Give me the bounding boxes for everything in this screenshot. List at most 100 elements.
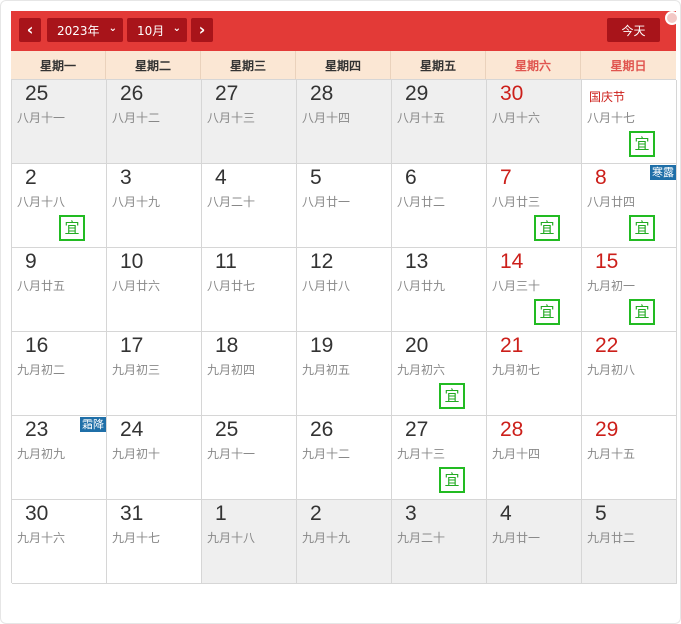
- day-cell[interactable]: 国庆节 八月十七宜: [582, 80, 677, 164]
- day-cell[interactable]: 19 九月初五: [297, 332, 392, 416]
- day-cell[interactable]: 5 八月廿一: [297, 164, 392, 248]
- day-number: 9: [25, 250, 37, 273]
- year-select[interactable]: 2023年 ⌄: [47, 18, 123, 42]
- day-number: 28: [310, 82, 334, 105]
- day-cell[interactable]: 8 八月廿四 寒露宜: [582, 164, 677, 248]
- next-month-button[interactable]: ›: [191, 18, 213, 42]
- lunar-date: 九月廿一: [492, 531, 541, 545]
- prev-month-button[interactable]: ‹: [19, 18, 41, 42]
- day-cell[interactable]: 5 九月廿二: [582, 500, 677, 584]
- day-cell[interactable]: 4 九月廿一: [487, 500, 582, 584]
- lunar-date: 九月初九: [17, 447, 66, 461]
- today-button[interactable]: 今天: [607, 18, 660, 42]
- day-cell[interactable]: 13 八月廿九: [392, 248, 487, 332]
- lunar-date: 九月初五: [302, 363, 351, 377]
- day-cell[interactable]: 14 八月三十宜: [487, 248, 582, 332]
- day-cell[interactable]: 22 九月初八: [582, 332, 677, 416]
- lunar-date: 九月十三: [397, 447, 446, 461]
- day-number: 11: [215, 250, 237, 273]
- day-number: 27: [215, 82, 239, 105]
- day-cell[interactable]: 29 九月十五: [582, 416, 677, 500]
- day-number: 25: [215, 418, 239, 441]
- day-number: 31: [120, 502, 144, 525]
- day-cell[interactable]: 1 九月十八: [202, 500, 297, 584]
- day-cell[interactable]: 2 八月十八宜: [12, 164, 107, 248]
- day-cell[interactable]: 18 九月初四: [202, 332, 297, 416]
- day-cell[interactable]: 6 八月廿二: [392, 164, 487, 248]
- day-cell[interactable]: 4 八月二十: [202, 164, 297, 248]
- solar-term-badge: 寒露: [650, 165, 676, 180]
- weekday-label: 星期一: [11, 51, 106, 79]
- auspicious-badge: 宜: [439, 467, 465, 493]
- day-cell[interactable]: 15 九月初一宜: [582, 248, 677, 332]
- day-cell[interactable]: 27 九月十三宜: [392, 416, 487, 500]
- lunar-date: 九月初二: [17, 363, 66, 377]
- lunar-date: 九月初十: [112, 447, 161, 461]
- day-cell[interactable]: 21 九月初七: [487, 332, 582, 416]
- day-cell[interactable]: 12 八月廿八: [297, 248, 392, 332]
- day-cell[interactable]: 31 九月十七: [107, 500, 202, 584]
- day-number: 27: [405, 418, 429, 441]
- chevron-down-icon: ⌄: [172, 23, 181, 34]
- lunar-date: 八月十三: [207, 111, 256, 125]
- lunar-date: 八月十一: [17, 111, 66, 125]
- lunar-date: 九月初四: [207, 363, 256, 377]
- day-cell[interactable]: 24 九月初十: [107, 416, 202, 500]
- day-cell[interactable]: 30 九月十六: [12, 500, 107, 584]
- day-number: 18: [215, 334, 239, 357]
- day-cell[interactable]: 26 八月十二: [107, 80, 202, 164]
- day-cell[interactable]: 25 八月十一: [12, 80, 107, 164]
- lunar-date: 八月廿八: [302, 279, 351, 293]
- lunar-date: 九月十八: [207, 531, 256, 545]
- lunar-date: 八月十五: [397, 111, 446, 125]
- calendar-header: ‹ 2023年 ⌄ 10月 ⌄ › 今天: [11, 11, 676, 51]
- day-cell[interactable]: 25 九月十一: [202, 416, 297, 500]
- day-cell[interactable]: 9 八月廿五: [12, 248, 107, 332]
- day-number: 29: [405, 82, 429, 105]
- day-cell[interactable]: 29 八月十五: [392, 80, 487, 164]
- day-number: 2: [310, 502, 322, 525]
- day-number: 21: [500, 334, 524, 357]
- auspicious-badge: 宜: [534, 299, 560, 325]
- day-cell[interactable]: 26 九月十二: [297, 416, 392, 500]
- day-cell[interactable]: 23 九月初九 霜降: [12, 416, 107, 500]
- day-number: 13: [405, 250, 429, 273]
- day-number: 3: [405, 502, 417, 525]
- day-cell[interactable]: 30 八月十六: [487, 80, 582, 164]
- month-select[interactable]: 10月 ⌄: [127, 18, 187, 42]
- weekday-label: 星期三: [201, 51, 296, 79]
- lunar-date: 八月十七: [587, 111, 636, 125]
- day-cell[interactable]: 27 八月十三: [202, 80, 297, 164]
- day-cell[interactable]: 2 九月十九: [297, 500, 392, 584]
- lunar-date: 九月初三: [112, 363, 161, 377]
- lunar-date: 九月十一: [207, 447, 256, 461]
- day-cell[interactable]: 7 八月廿三宜: [487, 164, 582, 248]
- day-number: 26: [310, 418, 334, 441]
- lunar-date: 八月十九: [112, 195, 161, 209]
- day-number: 16: [25, 334, 49, 357]
- day-cell[interactable]: 11 八月廿七: [202, 248, 297, 332]
- day-cell[interactable]: 16 九月初二: [12, 332, 107, 416]
- day-cell[interactable]: 28 九月十四: [487, 416, 582, 500]
- day-number: 14: [500, 250, 524, 273]
- day-cell[interactable]: 17 九月初三: [107, 332, 202, 416]
- day-cell[interactable]: 3 九月二十: [392, 500, 487, 584]
- day-cell[interactable]: 3 八月十九: [107, 164, 202, 248]
- auspicious-badge: 宜: [439, 383, 465, 409]
- day-number: 4: [215, 166, 227, 189]
- lunar-date: 九月廿二: [587, 531, 636, 545]
- lunar-date: 八月廿一: [302, 195, 351, 209]
- lunar-date: 八月廿四: [587, 195, 636, 209]
- day-number: 26: [120, 82, 144, 105]
- lunar-date: 八月廿七: [207, 279, 256, 293]
- day-cell[interactable]: 10 八月廿六: [107, 248, 202, 332]
- day-cell[interactable]: 20 九月初六宜: [392, 332, 487, 416]
- day-cell[interactable]: 28 八月十四: [297, 80, 392, 164]
- calendar-grid: 25 八月十一 26 八月十二 27 八月十三 28 八月十四 29 八月十五 30 八月十六 国庆节八…: [11, 79, 677, 584]
- day-number: 5: [310, 166, 322, 189]
- weekday-label: 星期二: [106, 51, 201, 79]
- day-number: 24: [120, 418, 144, 441]
- close-icon[interactable]: [665, 11, 679, 25]
- auspicious-badge: 宜: [59, 215, 85, 241]
- lunar-date: 九月二十: [397, 531, 446, 545]
